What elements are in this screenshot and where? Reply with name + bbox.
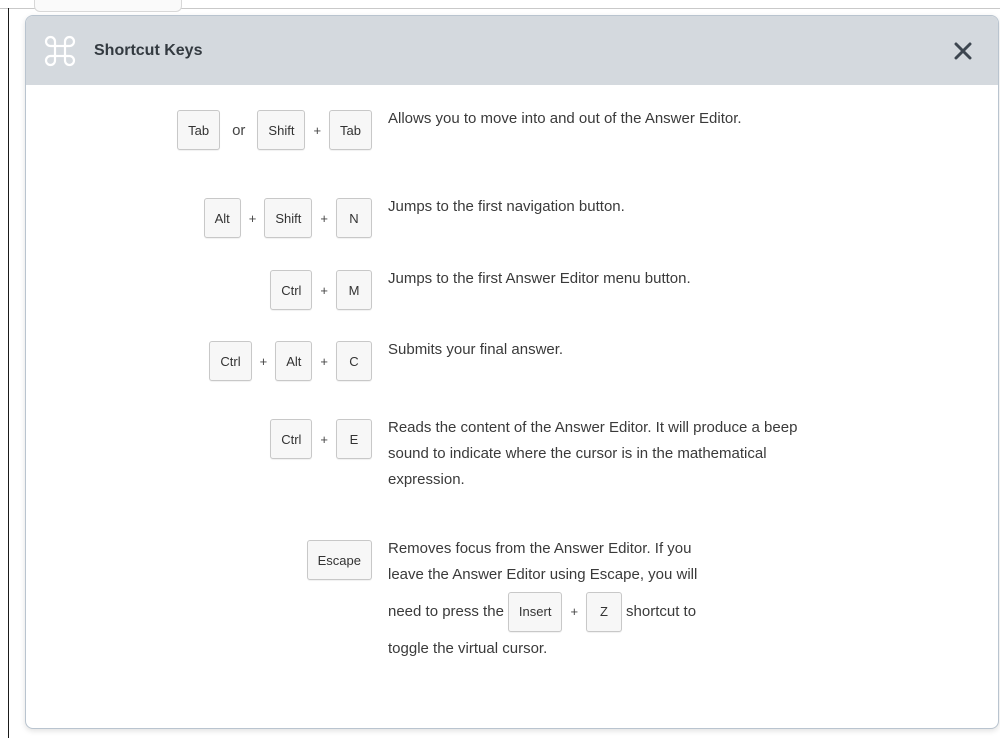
description-line: need to press the Insert + Z shortcut to [388, 588, 858, 636]
dialog-header: Shortcut Keys [26, 16, 998, 85]
separator-or: or [232, 121, 246, 139]
dialog-body: Tab or Shift + Tab Allows you to move in… [26, 85, 998, 728]
key: Z [586, 592, 623, 632]
dialog-title: Shortcut Keys [94, 41, 203, 59]
separator-plus: + [248, 210, 257, 226]
shortcut-keys: Ctrl + E [270, 419, 372, 459]
description-line: Removes focus from the Answer Editor. If… [388, 540, 692, 557]
separator-plus: + [259, 353, 268, 369]
separator-plus: + [320, 353, 328, 369]
shortcut-description: Jumps to the first Answer Editor menu bu… [388, 270, 691, 287]
description-line: toggle the virtual cursor. [388, 640, 548, 657]
background-tab [34, 0, 182, 12]
shortcut-keys: Escape [306, 540, 372, 580]
close-button[interactable] [946, 34, 980, 68]
description-line: leave the Answer Editor using Escape, yo… [388, 566, 698, 583]
description-text: shortcut to [626, 603, 697, 620]
shortcut-description: Reads the content of the Answer Editor. … [388, 419, 798, 488]
shortcut-description: Removes focus from the Answer Editor. If… [388, 536, 858, 662]
key: Ctrl [209, 341, 252, 381]
key: Alt [203, 198, 241, 238]
separator-plus: + [313, 122, 322, 138]
separator-plus: + [320, 431, 328, 447]
key: Alt [275, 341, 313, 381]
separator-plus: + [320, 210, 328, 226]
key: Ctrl [270, 419, 313, 459]
shortcut-description: Submits your final answer. [388, 341, 564, 358]
command-icon [40, 31, 80, 71]
background-border [8, 8, 9, 738]
description-text: need to press the [388, 603, 504, 620]
separator-plus: + [570, 604, 579, 619]
key: C [336, 341, 372, 381]
key: M [336, 270, 372, 310]
close-icon [954, 42, 972, 60]
shortcut-keys: Alt + Shift + N [203, 198, 372, 238]
shortcut-description: Allows you to move into and out of the A… [388, 110, 742, 127]
key: Tab [329, 110, 372, 150]
key: N [336, 198, 372, 238]
key: Shift [257, 110, 306, 150]
key: Ctrl [270, 270, 313, 310]
key: Tab [177, 110, 221, 150]
shortcut-keys-dialog: Shortcut Keys Tab or Shift + Tab Allows … [25, 15, 999, 729]
shortcut-keys: Ctrl + Alt + C [209, 341, 372, 381]
key: E [336, 419, 372, 459]
inline-shortcut-keys: Insert + Z [507, 592, 623, 632]
key: Insert [507, 592, 563, 632]
key: Escape [306, 540, 372, 580]
shortcut-keys: Ctrl + M [270, 270, 372, 310]
shortcut-description: Jumps to the first navigation button. [388, 198, 625, 215]
key: Shift [264, 198, 313, 238]
shortcut-keys: Tab or Shift + Tab [177, 110, 372, 150]
separator-plus: + [320, 282, 328, 298]
